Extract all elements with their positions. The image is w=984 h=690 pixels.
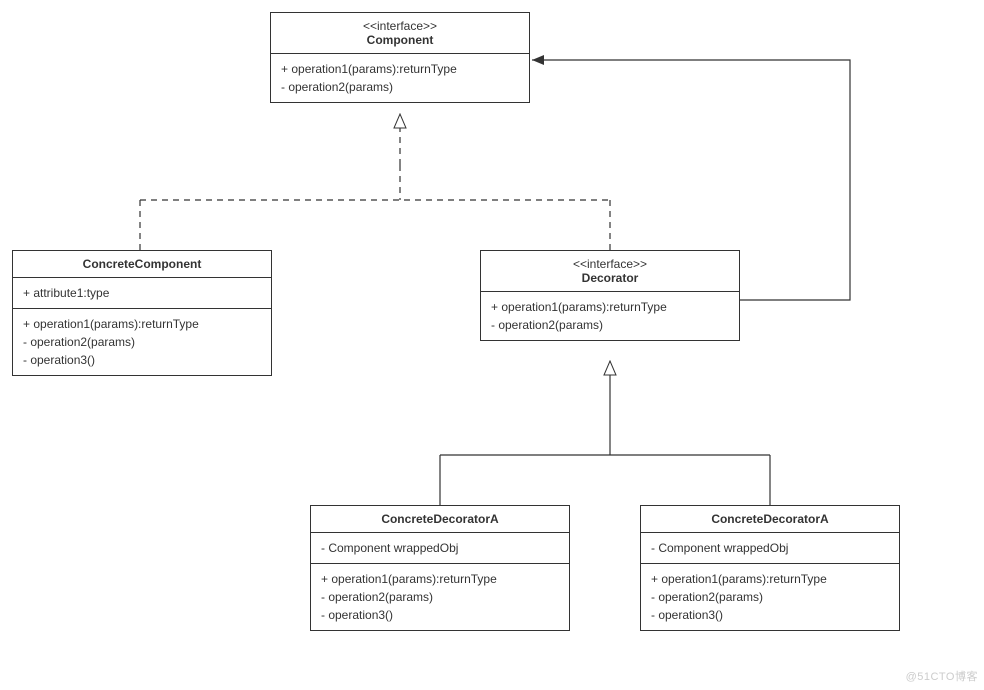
uml-operations: + operation1(params):returnType - operat…: [13, 309, 271, 375]
uml-class-component: <<interface>> Component + operation1(par…: [270, 12, 530, 103]
operation: - operation2(params): [651, 588, 889, 606]
attribute: + attribute1:type: [23, 284, 261, 302]
class-name: Decorator: [491, 271, 729, 285]
class-name: ConcreteDecoratorA: [321, 512, 559, 526]
attribute: - Component wrappedObj: [321, 539, 559, 557]
uml-attributes: + attribute1:type: [13, 278, 271, 309]
uml-title: ConcreteDecoratorA: [641, 506, 899, 533]
uml-title: ConcreteComponent: [13, 251, 271, 278]
operation: + operation1(params):returnType: [491, 298, 729, 316]
operation: - operation2(params): [281, 78, 519, 96]
class-name: ConcreteDecoratorA: [651, 512, 889, 526]
operation: + operation1(params):returnType: [651, 570, 889, 588]
stereotype-label: <<interface>>: [281, 19, 519, 33]
uml-class-decorator: <<interface>> Decorator + operation1(par…: [480, 250, 740, 341]
operation: - operation3(): [321, 606, 559, 624]
attribute: - Component wrappedObj: [651, 539, 889, 557]
uml-class-concrete-decorator-b: ConcreteDecoratorA - Component wrappedOb…: [640, 505, 900, 631]
operation: - operation3(): [23, 351, 261, 369]
uml-class-concrete-component: ConcreteComponent + attribute1:type + op…: [12, 250, 272, 376]
operation: + operation1(params):returnType: [23, 315, 261, 333]
uml-attributes: - Component wrappedObj: [641, 533, 899, 564]
class-name: ConcreteComponent: [23, 257, 261, 271]
uml-title: <<interface>> Component: [271, 13, 529, 54]
uml-title: ConcreteDecoratorA: [311, 506, 569, 533]
uml-operations: + operation1(params):returnType - operat…: [641, 564, 899, 630]
operation: - operation3(): [651, 606, 889, 624]
uml-operations: + operation1(params):returnType - operat…: [481, 292, 739, 340]
class-name: Component: [281, 33, 519, 47]
operation: + operation1(params):returnType: [281, 60, 519, 78]
uml-title: <<interface>> Decorator: [481, 251, 739, 292]
watermark: @51CTO博客: [906, 668, 978, 684]
operation: - operation2(params): [23, 333, 261, 351]
operation: + operation1(params):returnType: [321, 570, 559, 588]
uml-attributes: - Component wrappedObj: [311, 533, 569, 564]
stereotype-label: <<interface>>: [491, 257, 729, 271]
uml-operations: + operation1(params):returnType - operat…: [311, 564, 569, 630]
operation: - operation2(params): [321, 588, 559, 606]
operation: - operation2(params): [491, 316, 729, 334]
uml-operations: + operation1(params):returnType - operat…: [271, 54, 529, 102]
uml-class-concrete-decorator-a: ConcreteDecoratorA - Component wrappedOb…: [310, 505, 570, 631]
